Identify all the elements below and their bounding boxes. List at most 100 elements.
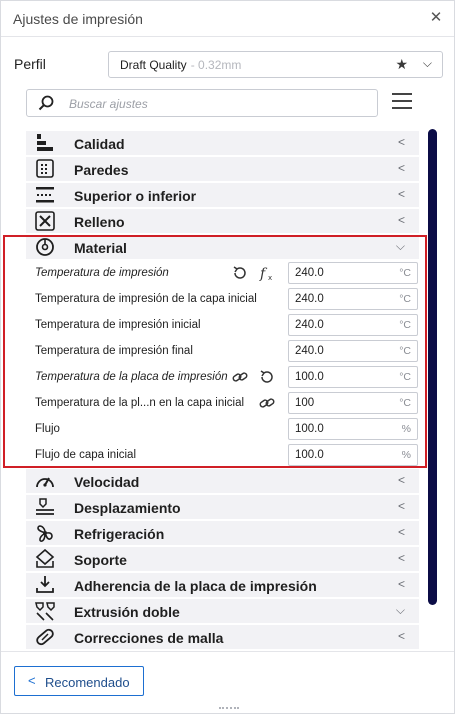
- category-soporte[interactable]: Soporte <: [26, 547, 419, 571]
- recommended-label: Recomendado: [45, 675, 130, 690]
- profile-suffix: - 0.32mm: [190, 58, 242, 72]
- chevron-left-icon: <: [28, 673, 36, 688]
- link-icon[interactable]: [231, 368, 249, 386]
- initial-layer-temperature-input[interactable]: 240.0 °C: [288, 288, 418, 310]
- category-relleno[interactable]: Relleno <: [26, 209, 419, 233]
- material-icon: [36, 238, 54, 256]
- field-value: 240.0: [295, 267, 324, 279]
- category-label: Superior o inferior: [74, 188, 197, 204]
- category-label: Relleno: [74, 214, 125, 230]
- setting-print-temperature: Temperatura de impresión fx 240.0 °C: [26, 261, 419, 285]
- reset-icon[interactable]: [231, 264, 249, 282]
- setting-flow: Flujo 100.0 %: [26, 417, 419, 441]
- category-label: Velocidad: [74, 474, 140, 490]
- title-bar: Ajustes de impresión ✕: [1, 1, 454, 37]
- setting-label: Temperatura de impresión final: [35, 345, 193, 357]
- reset-icon[interactable]: [258, 368, 276, 386]
- fan-icon: [37, 525, 53, 542]
- resize-grip-icon[interactable]: [219, 707, 239, 711]
- speed-icon: [36, 477, 54, 488]
- link-icon[interactable]: [258, 394, 276, 412]
- chevron-down-icon[interactable]: ⌵: [396, 603, 405, 618]
- chevron-left-icon[interactable]: <: [398, 135, 405, 149]
- chevron-left-icon[interactable]: <: [398, 629, 405, 643]
- field-unit: °C: [399, 293, 411, 305]
- setting-label: Temperatura de impresión de la capa inic…: [35, 293, 257, 305]
- print-settings-window: Ajustes de impresión ✕ Perfil Draft Qual…: [0, 0, 455, 714]
- window-title: Ajustes de impresión: [13, 11, 143, 27]
- profile-name: Draft Quality - 0.32mm: [120, 58, 241, 72]
- print-temperature-input[interactable]: 240.0 °C: [288, 262, 418, 284]
- recommended-button[interactable]: < Recomendado: [14, 666, 144, 696]
- category-label: Refrigeración: [74, 526, 165, 542]
- svg-text:f: f: [259, 266, 268, 282]
- close-icon[interactable]: ✕: [426, 8, 446, 28]
- walls-icon: [36, 159, 54, 178]
- infill-icon: [35, 211, 55, 231]
- setting-label: Flujo: [35, 423, 60, 435]
- field-unit: °C: [399, 319, 411, 331]
- initial-print-temperature-input[interactable]: 240.0 °C: [288, 314, 418, 336]
- quality-icon: [37, 134, 53, 151]
- chevron-left-icon[interactable]: <: [398, 499, 405, 513]
- chevron-left-icon[interactable]: <: [398, 551, 405, 565]
- category-paredes[interactable]: Paredes <: [26, 157, 419, 181]
- category-label: Paredes: [74, 162, 129, 178]
- field-unit: °C: [399, 267, 411, 279]
- settings-menu-icon[interactable]: [392, 93, 412, 113]
- chevron-left-icon[interactable]: <: [398, 213, 405, 227]
- category-correcciones-malla[interactable]: Correcciones de malla <: [26, 625, 419, 649]
- setting-initial-layer-temperature: Temperatura de impresión de la capa inic…: [26, 287, 419, 311]
- field-value: 100.0: [295, 371, 324, 383]
- category-desplazamiento[interactable]: Desplazamiento <: [26, 495, 419, 519]
- category-velocidad[interactable]: Velocidad <: [26, 469, 419, 493]
- star-icon[interactable]: ★: [395, 56, 408, 73]
- setting-initial-layer-flow: Flujo de capa inicial 100.0 %: [26, 443, 419, 467]
- settings-scrollbar[interactable]: [428, 129, 437, 605]
- chevron-down-icon[interactable]: ⌵: [396, 239, 405, 254]
- setting-label: Flujo de capa inicial: [35, 449, 137, 461]
- search-icon: [38, 95, 54, 111]
- function-icon[interactable]: fx: [258, 264, 276, 282]
- chevron-left-icon[interactable]: <: [398, 161, 405, 175]
- profile-dropdown[interactable]: Draft Quality - 0.32mm ★ ⌵: [108, 51, 443, 78]
- setting-label: Temperatura de impresión inicial: [35, 319, 201, 331]
- category-label: Material: [74, 240, 127, 256]
- chevron-left-icon[interactable]: <: [398, 187, 405, 201]
- category-label: Desplazamiento: [74, 500, 181, 516]
- search-placeholder: Buscar ajustes: [69, 97, 148, 111]
- category-label: Calidad: [74, 136, 125, 152]
- category-material[interactable]: Material ⌵: [26, 235, 419, 259]
- svg-text:x: x: [268, 274, 272, 282]
- search-settings-input[interactable]: Buscar ajustes: [26, 89, 378, 117]
- build-plate-temperature-input[interactable]: 100.0 °C: [288, 366, 418, 388]
- field-unit: °C: [399, 371, 411, 383]
- profile-name-text: Draft Quality: [120, 58, 187, 72]
- field-value: 240.0: [295, 293, 324, 305]
- category-calidad[interactable]: Calidad <: [26, 131, 419, 155]
- setting-build-plate-temperature: Temperatura de la placa de impresión 100…: [26, 365, 419, 389]
- flow-input[interactable]: 100.0 %: [288, 418, 418, 440]
- chevron-left-icon[interactable]: <: [398, 473, 405, 487]
- category-superior-inferior[interactable]: Superior o inferior <: [26, 183, 419, 207]
- top-bottom-icon: [36, 187, 54, 203]
- chevron-down-icon[interactable]: ⌵: [423, 56, 432, 71]
- build-plate-initial-layer-temperature-input[interactable]: 100 °C: [288, 392, 418, 414]
- category-adherencia[interactable]: Adherencia de la placa de impresión <: [26, 573, 419, 597]
- support-icon: [35, 549, 55, 568]
- field-unit: °C: [399, 397, 411, 409]
- setting-label: Temperatura de impresión: [35, 267, 169, 279]
- category-label: Soporte: [74, 552, 127, 568]
- field-value: 100.0: [295, 449, 324, 461]
- field-value: 100: [295, 397, 315, 409]
- category-extrusion-doble[interactable]: Extrusión doble ⌵: [26, 599, 419, 623]
- final-print-temperature-input[interactable]: 240.0 °C: [288, 340, 418, 362]
- settings-list[interactable]: Calidad < Paredes < Superior o inferior …: [26, 129, 419, 649]
- initial-layer-flow-input[interactable]: 100.0 %: [288, 444, 418, 466]
- adhesion-icon: [36, 576, 54, 593]
- field-unit: %: [401, 423, 411, 435]
- travel-icon: [36, 498, 54, 515]
- chevron-left-icon[interactable]: <: [398, 525, 405, 539]
- chevron-left-icon[interactable]: <: [398, 577, 405, 591]
- category-refrigeracion[interactable]: Refrigeración <: [26, 521, 419, 545]
